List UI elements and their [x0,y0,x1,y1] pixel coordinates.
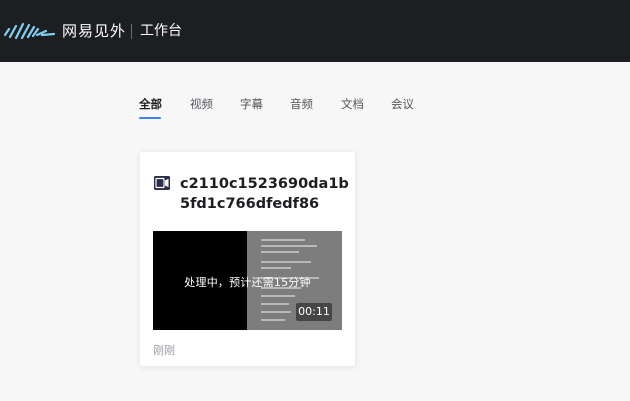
duration-badge: 00:11 [296,303,332,321]
processing-status: 处理中，预计还需15分钟 [184,276,311,289]
logo-waves-icon[interactable] [2,21,56,41]
file-title[interactable]: c2110c1523690da1b5fd1c766dfedf86 [180,174,350,214]
brand-name[interactable]: 网易见外 [62,21,126,41]
created-time: 刚刚 [153,344,175,357]
tab-video[interactable]: 视频 [190,96,213,112]
workspace-title[interactable]: 工作台 [140,21,182,41]
top-bar: 网易见外 工作台 [0,0,630,62]
video-file-icon [154,176,170,190]
tab-meeting[interactable]: 会议 [391,96,414,112]
tab-audio[interactable]: 音频 [290,96,313,112]
file-card[interactable]: c2110c1523690da1b5fd1c766dfedf86 处理中，预计还… [140,152,355,366]
video-thumbnail[interactable]: 处理中，预计还需15分钟 00:11 [153,231,342,330]
header-divider [131,24,132,39]
tab-subtitle[interactable]: 字幕 [240,96,263,112]
tab-document[interactable]: 文档 [341,96,364,112]
tab-all[interactable]: 全部 [139,96,162,112]
active-tab-indicator [139,117,161,119]
